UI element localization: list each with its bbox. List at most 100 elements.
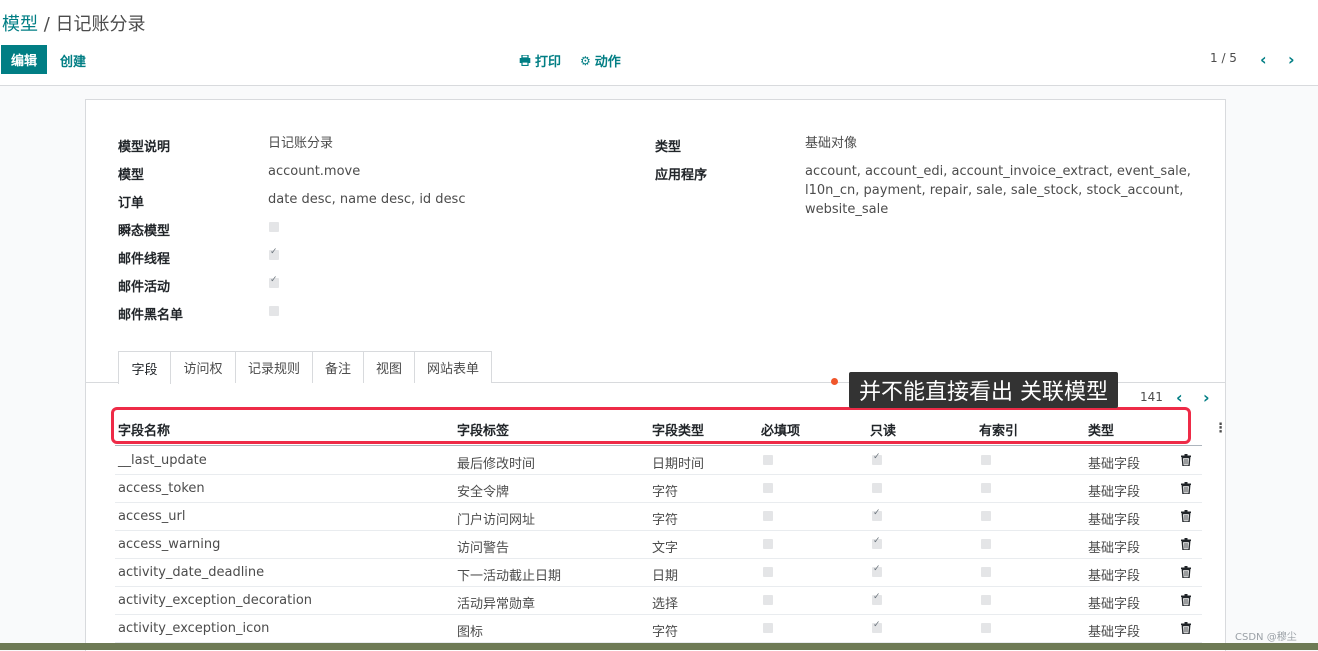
action-label: 动作 xyxy=(594,55,621,70)
cell-kind: 基础字段 xyxy=(1088,625,1141,640)
pager-value[interactable]: 1 / 5 xyxy=(1210,51,1237,65)
action-menu-button[interactable]: ⚙ 动作 xyxy=(580,51,621,71)
cell-field-name: __last_update xyxy=(118,453,207,468)
trash-icon[interactable] xyxy=(1181,510,1191,522)
tab-fields[interactable]: 字段 xyxy=(118,351,171,384)
required-checkbox xyxy=(763,455,773,465)
cell-field-type: 字符 xyxy=(652,513,679,528)
readonly-checkbox xyxy=(872,536,882,549)
cell-field-type: 文字 xyxy=(652,541,679,556)
value-type: 基础对像 xyxy=(805,136,858,151)
cell-field-label: 图标 xyxy=(457,625,484,640)
table-row[interactable]: activity_exception_decoration 活动异常勋章 选择 … xyxy=(115,586,1202,615)
required-checkbox xyxy=(763,567,773,577)
trash-icon[interactable] xyxy=(1181,454,1191,466)
value-applications: account, account_edi, account_invoice_ex… xyxy=(805,162,1191,219)
readonly-checkbox xyxy=(872,592,882,605)
mail-thread-checkbox xyxy=(269,247,279,260)
table-row[interactable]: access_token 安全令牌 字符 基础字段 xyxy=(115,474,1202,503)
breadcrumb-parent-link[interactable]: 模型 xyxy=(2,14,38,35)
breadcrumb: 模型 / 日记账分录 xyxy=(2,10,146,36)
tab-access-rights[interactable]: 访问权 xyxy=(170,351,236,383)
control-panel: 模型 / 日记账分录 编辑 创建 打印 ⚙ 动作 1 / 5 ‹ › xyxy=(0,0,1318,86)
breadcrumb-current: 日记账分录 xyxy=(55,14,146,35)
cell-field-label: 活动异常勋章 xyxy=(457,597,536,612)
cell-kind: 基础字段 xyxy=(1088,569,1141,584)
list-pager-previous-icon[interactable]: ‹ xyxy=(1176,388,1183,407)
applications-line: account, account_edi, account_invoice_ex… xyxy=(805,164,1191,179)
label-applications: 应用程序 xyxy=(655,168,708,183)
label-model: 模型 xyxy=(118,168,145,183)
annotation-tooltip: 并不能直接看出 关联模型 xyxy=(849,372,1118,408)
cell-field-label: 访问警告 xyxy=(457,541,510,556)
cell-kind: 基础字段 xyxy=(1088,513,1141,528)
indexed-checkbox xyxy=(981,595,991,605)
table-row[interactable]: __last_update 最后修改时间 日期时间 基础字段 xyxy=(115,446,1202,475)
table-row[interactable]: access_url 门户访问网址 字符 基础字段 xyxy=(115,502,1202,531)
watermark: CSDN @穆尘 xyxy=(1235,632,1297,643)
cell-kind: 基础字段 xyxy=(1088,457,1141,472)
optional-columns-icon[interactable]: ⋮ xyxy=(1214,421,1227,436)
label-order: 订单 xyxy=(118,196,145,211)
list-pager-next-icon[interactable]: › xyxy=(1203,388,1210,407)
tab-website-forms[interactable]: 网站表单 xyxy=(414,351,492,383)
trash-icon[interactable] xyxy=(1181,594,1191,606)
table-row[interactable]: access_warning 访问警告 文字 基础字段 xyxy=(115,530,1202,559)
cell-field-name: access_url xyxy=(118,509,186,524)
pager-next-icon[interactable]: › xyxy=(1288,50,1295,69)
cell-kind: 基础字段 xyxy=(1088,597,1141,612)
label-model-description: 模型说明 xyxy=(118,140,171,155)
tab-record-rules[interactable]: 记录规则 xyxy=(235,351,313,383)
header-highlight-box xyxy=(111,407,1191,444)
print-icon xyxy=(519,55,531,66)
list-pager-value[interactable]: 141 xyxy=(1140,390,1163,404)
print-label: 打印 xyxy=(535,55,562,70)
readonly-checkbox xyxy=(872,620,882,633)
required-checkbox xyxy=(763,539,773,549)
cell-field-name: activity_date_deadline xyxy=(118,565,265,580)
mail-blacklist-checkbox xyxy=(269,306,279,316)
cell-field-type: 选择 xyxy=(652,597,679,612)
indexed-checkbox xyxy=(981,455,991,465)
readonly-checkbox xyxy=(872,452,882,465)
create-button[interactable]: 创建 xyxy=(60,51,86,70)
table-row[interactable]: activity_date_deadline 下一活动截止日期 日期 基础字段 xyxy=(115,558,1202,587)
edit-button[interactable]: 编辑 xyxy=(1,45,47,74)
trash-icon[interactable] xyxy=(1181,566,1191,578)
table-row[interactable]: activity_exception_icon 图标 字符 基础字段 xyxy=(115,614,1202,643)
tab-notes[interactable]: 备注 xyxy=(312,351,364,383)
label-mail-activity: 邮件活动 xyxy=(118,280,171,295)
tab-views[interactable]: 视图 xyxy=(363,351,415,383)
required-checkbox xyxy=(763,623,773,633)
required-checkbox xyxy=(763,483,773,493)
annotation-marker xyxy=(831,378,838,385)
cell-field-label: 最后修改时间 xyxy=(457,457,536,472)
cell-field-name: activity_exception_decoration xyxy=(118,593,313,608)
indexed-checkbox xyxy=(981,511,991,521)
cell-field-label: 门户访问网址 xyxy=(457,513,536,528)
value-model-description: 日记账分录 xyxy=(268,136,334,151)
gear-icon: ⚙ xyxy=(580,53,591,68)
trash-icon[interactable] xyxy=(1181,538,1191,550)
value-model: account.move xyxy=(268,164,361,179)
indexed-checkbox xyxy=(981,483,991,493)
applications-line: l10n_cn, payment, repair, sale, sale_sto… xyxy=(805,183,1184,198)
trash-icon[interactable] xyxy=(1181,482,1191,494)
label-type: 类型 xyxy=(655,140,682,155)
print-button[interactable]: 打印 xyxy=(519,51,561,70)
cell-field-label: 安全令牌 xyxy=(457,485,510,500)
readonly-checkbox xyxy=(872,508,882,521)
cell-field-name: access_warning xyxy=(118,537,221,552)
breadcrumb-separator: / xyxy=(38,14,56,35)
readonly-checkbox xyxy=(872,564,882,577)
cell-kind: 基础字段 xyxy=(1088,485,1141,500)
cell-field-type: 字符 xyxy=(652,485,679,500)
trash-icon[interactable] xyxy=(1181,622,1191,634)
label-transient-model: 瞬态模型 xyxy=(118,224,171,239)
cell-field-type: 日期 xyxy=(652,569,679,584)
indexed-checkbox xyxy=(981,539,991,549)
cell-field-name: activity_exception_icon xyxy=(118,621,270,636)
pager-previous-icon[interactable]: ‹ xyxy=(1260,50,1267,69)
applications-line: website_sale xyxy=(805,202,889,217)
label-mail-thread: 邮件线程 xyxy=(118,252,171,267)
